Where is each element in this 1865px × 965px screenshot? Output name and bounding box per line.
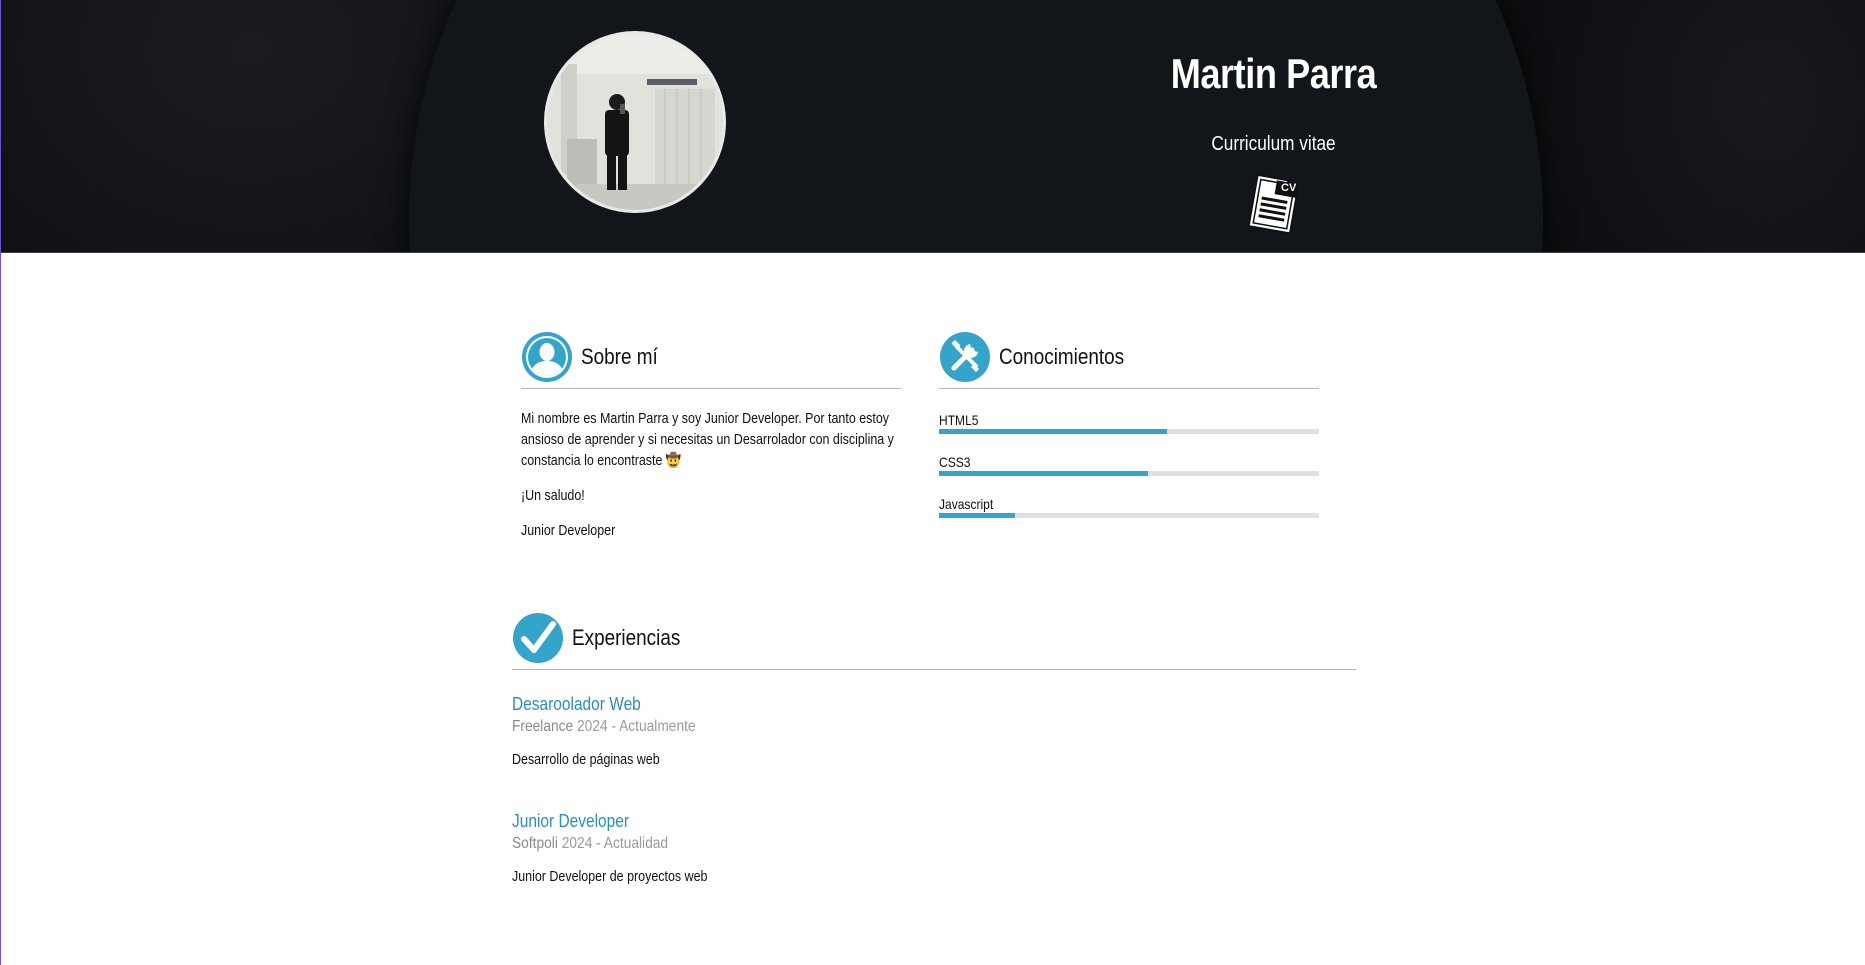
- about-paragraph: Mi nombre es Martin Parra y soy Junior D…: [521, 411, 894, 469]
- about-paragraph: Junior Developer: [521, 523, 616, 539]
- skill-name: CSS3: [939, 454, 971, 470]
- skill-bar: [939, 513, 1319, 518]
- skills-title: Conocimientos: [999, 343, 1125, 369]
- skill-name: Javascript: [939, 496, 994, 512]
- cv-document-icon[interactable]: CV: [1243, 170, 1303, 236]
- skill-item: Javascript: [939, 495, 1319, 518]
- skill-name: HTML5: [939, 412, 979, 428]
- skill-bar: [939, 471, 1319, 476]
- cv-icon-text: CV: [1281, 182, 1297, 194]
- profile-photo: [547, 34, 723, 210]
- experience-item: Desaroolador Web Freelance 2024 - Actual…: [512, 692, 1112, 770]
- experience-period: 2024 - Actualidad: [561, 835, 669, 852]
- page: Martin Parra Curriculum vitae CV Sobre m…: [0, 0, 1865, 965]
- skill-bar-fill: [939, 429, 1167, 434]
- skill-item: CSS3: [939, 453, 1319, 476]
- experience-job-title[interactable]: Junior Developer: [512, 809, 1028, 833]
- skill-bar: [939, 429, 1319, 434]
- about-paragraph: ¡Un saludo!: [521, 488, 585, 504]
- about-title: Sobre mí: [581, 343, 658, 369]
- cv-label: Curriculum vitae: [1211, 133, 1336, 155]
- header-banner: Martin Parra Curriculum vitae CV: [1, 0, 1865, 253]
- experience-title: Experiencias: [572, 624, 681, 650]
- skill-bar-fill: [939, 513, 1015, 518]
- about-section-header: Sobre mí: [521, 325, 901, 389]
- page-title: Martin Parra: [1170, 50, 1377, 97]
- header-background-shape: [1516, 0, 1865, 252]
- experience-company: Freelance: [512, 718, 574, 735]
- experience-description: Junior Developer de proyectos web: [512, 869, 708, 885]
- about-text: Mi nombre es Martin Parra y soy Junior D…: [521, 409, 906, 542]
- avatar: [544, 31, 726, 213]
- skill-item: HTML5: [939, 411, 1319, 434]
- experience-job-title[interactable]: Desaroolador Web: [512, 692, 1028, 716]
- skills-section-header: Conocimientos: [939, 325, 1319, 389]
- experience-item: Junior Developer Softpoli 2024 - Actuali…: [512, 809, 1112, 887]
- tools-icon: [940, 331, 990, 382]
- experience-company: Softpoli: [512, 835, 558, 852]
- experience-period: 2024 - Actualmente: [577, 718, 696, 735]
- person-icon: [522, 331, 572, 382]
- checkmark-icon: [513, 612, 563, 663]
- experience-meta: Softpoli 2024 - Actualidad: [512, 833, 1028, 855]
- experience-description: Desarrollo de páginas web: [512, 752, 660, 768]
- experience-section-header: Experiencias: [512, 606, 1356, 670]
- skill-bar-fill: [939, 471, 1148, 476]
- experience-meta: Freelance 2024 - Actualmente: [512, 716, 1028, 738]
